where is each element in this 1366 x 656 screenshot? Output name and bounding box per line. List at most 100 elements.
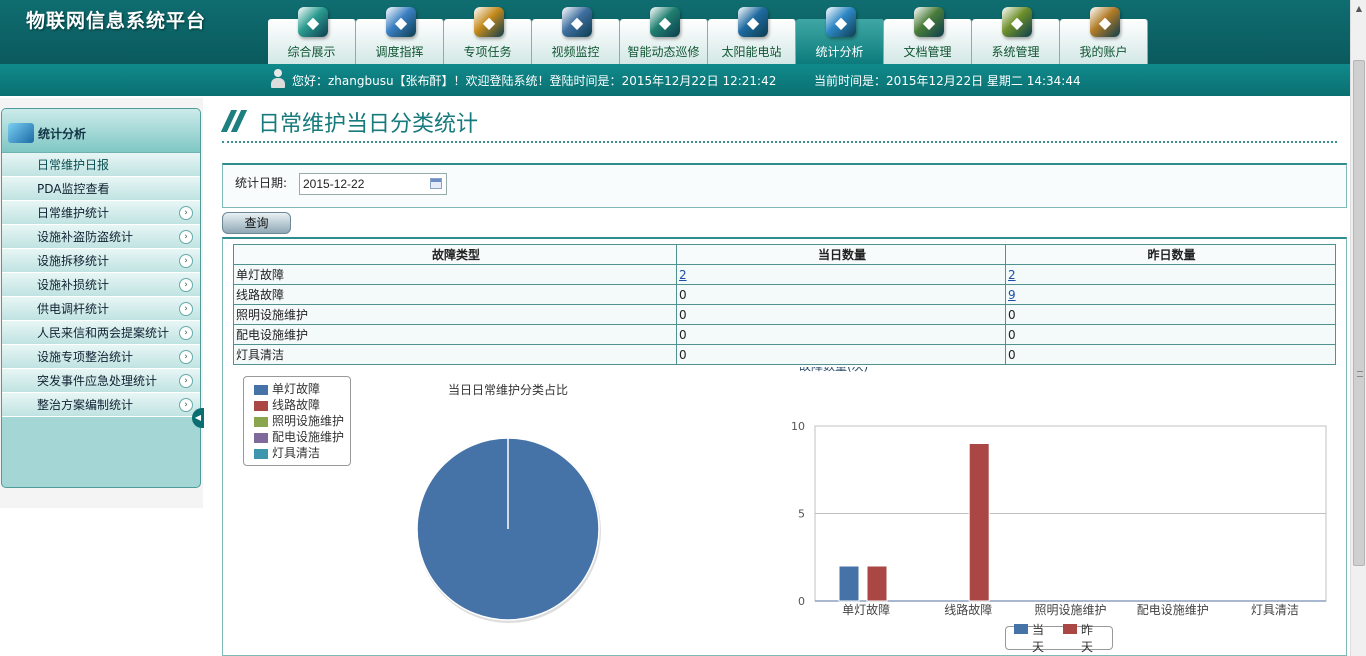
sidebar: 统计分析 日常维护日报 PDA监控查看 日常维护统计 › 设施补盗防盗统计 › 设施拆移统计… (1, 108, 201, 488)
chevron-right-icon[interactable]: › (179, 278, 193, 292)
legend-label: 当天 (1032, 623, 1045, 654)
legend-item[interactable]: 单灯故障 (252, 381, 350, 397)
bar-1[interactable] (866, 565, 888, 602)
legend-item[interactable]: 昨天 (1063, 621, 1104, 655)
chart-icon (8, 123, 34, 143)
sidebar-item[interactable]: 突发事件应急处理统计 › (2, 369, 200, 393)
x-tick-label: 线路故障 (944, 602, 992, 617)
bar-0[interactable] (838, 565, 860, 602)
scroll-thumb[interactable] (1353, 60, 1365, 566)
sidebar-item[interactable]: 供电调杆统计 › (2, 297, 200, 321)
chevron-right-icon[interactable]: › (179, 230, 193, 244)
calendar-icon[interactable] (430, 178, 442, 189)
table-cell-today: 0 (676, 344, 1006, 365)
page-scrollbar[interactable]: ▲ (1350, 0, 1366, 656)
date-label: 统计日期: (235, 176, 288, 190)
table-cell-type: 单灯故障 (233, 264, 677, 285)
app-header: 物联网信息系统平台 ◆ 综合展示 ◆ 调度指挥 ◆ 专项任务 ◆ 视频监控 ◆ 智能动态巡修 ◆ 太阳… (0, 0, 1350, 64)
sidebar-item[interactable]: PDA监控查看 (2, 177, 200, 201)
chevron-right-icon[interactable]: › (179, 398, 193, 412)
legend-swatch (254, 417, 268, 427)
bar-legend: 当天 昨天 (1005, 623, 1113, 654)
bar-1[interactable] (968, 443, 990, 602)
sidebar-header: 统计分析 (2, 109, 200, 153)
table-cell-yesterday: 0 (1005, 344, 1336, 365)
nav-tab-4[interactable]: ◆ 智能动态巡修 (620, 7, 708, 64)
nav-tab-6[interactable]: ◆ 统计分析 (796, 7, 884, 64)
y-axis-label: 故障数量(次) (799, 367, 868, 373)
nav-tab-label: 太阳能电站 (721, 45, 782, 59)
legend-item[interactable]: 配电设施维护 (252, 429, 350, 445)
count-link[interactable]: 2 (1008, 268, 1016, 282)
legend-swatch (254, 433, 268, 443)
x-tick-label: 灯具清洁 (1251, 603, 1299, 617)
legend-item[interactable]: 线路故障 (252, 397, 350, 413)
chevron-right-icon[interactable]: › (179, 206, 193, 220)
chart-area: 单灯故障线路故障照明设施维护配电设施维护灯具清洁 当日日常维护分类占比 故障数量… (233, 367, 1336, 655)
sidebar-item[interactable]: 设施补盗防盗统计 › (2, 225, 200, 249)
current-time: 当前时间是：2015年12月22日 星期二 14:34:44 (814, 74, 1081, 88)
nav-tab-label: 统计分析 (815, 45, 864, 59)
table-row: 线路故障 0 9 (233, 284, 1336, 305)
cell-value: 0 (679, 307, 687, 322)
chevron-right-icon[interactable]: › (179, 326, 193, 340)
sidebar-item[interactable]: 日常维护日报 (2, 153, 200, 177)
nav-tab-0[interactable]: ◆ 综合展示 (268, 7, 356, 64)
query-button[interactable]: 查询 (222, 212, 291, 234)
nav-tab-2[interactable]: ◆ 专项任务 (444, 7, 532, 64)
cube-chart-icon: ◆ (298, 7, 328, 37)
date-input[interactable]: 2015-12-22 (299, 173, 447, 195)
cell-value: 0 (1008, 327, 1016, 342)
table-cell-type: 照明设施维护 (233, 304, 677, 325)
chevron-right-icon[interactable]: › (179, 374, 193, 388)
chevron-right-icon[interactable]: › (179, 302, 193, 316)
nav-tab-7[interactable]: ◆ 文档管理 (884, 7, 972, 64)
count-link[interactable]: 2 (679, 268, 687, 282)
legend-item[interactable]: 照明设施维护 (252, 413, 350, 429)
line-chart-icon: ◆ (826, 7, 856, 37)
table-cell-today: 0 (676, 324, 1006, 345)
pen-wand-icon: ◆ (386, 7, 416, 37)
sidebar-item[interactable]: 整治方案编制统计 › (2, 393, 200, 417)
chevron-right-icon[interactable]: › (179, 350, 193, 364)
app-title: 物联网信息系统平台 (26, 10, 207, 32)
legend-item[interactable]: 灯具清洁 (252, 445, 350, 461)
cell-value: 0 (679, 327, 687, 342)
table-cell-today: 2 (676, 264, 1006, 285)
nav-tab-5[interactable]: ◆ 太阳能电站 (708, 7, 796, 64)
cell-value: 0 (679, 287, 687, 302)
legend-swatch (254, 449, 268, 459)
table-cell-today: 0 (676, 284, 1006, 305)
sidebar-item[interactable]: 人民来信和两会提案统计 › (2, 321, 200, 345)
query-panel: 统计日期: 2015-12-22 (222, 163, 1347, 208)
nav-tab-1[interactable]: ◆ 调度指挥 (356, 7, 444, 64)
table-cell-today: 0 (676, 304, 1006, 325)
table-cell-type: 灯具清洁 (233, 344, 677, 365)
table-row: 照明设施维护 0 0 (233, 304, 1336, 325)
user-greeting: 您好：zhangbusu【张布酐】！欢迎登陆系统！登陆时间是：2015年12月2… (292, 74, 777, 88)
sidebar-item-label: 设施专项整治统计 (37, 350, 134, 364)
sidebar-item[interactable]: 设施专项整治统计 › (2, 345, 200, 369)
legend-item[interactable]: 当天 (1014, 621, 1055, 655)
nav-tab-label: 调度指挥 (375, 45, 424, 59)
sidebar-item-label: 日常维护统计 (37, 206, 110, 220)
count-link[interactable]: 9 (1008, 288, 1016, 302)
user-lock-icon: ◆ (1090, 7, 1120, 37)
sidebar-item-label: 整治方案编制统计 (37, 398, 134, 412)
legend-swatch (1014, 624, 1028, 634)
cell-value: 灯具清洁 (236, 348, 285, 362)
scroll-up-icon[interactable]: ▲ (1351, 0, 1366, 17)
result-panel: 故障类型 当日数量 昨日数量 单灯故障 2 2 线路故障 0 9 照明设施维护 0 0 配电设施维… (222, 237, 1347, 656)
sidebar-item-label: 供电调杆统计 (37, 302, 110, 316)
sidebar-item[interactable]: 日常维护统计 › (2, 201, 200, 225)
nav-tab-9[interactable]: ◆ 我的账户 (1060, 7, 1148, 64)
sidebar-item[interactable]: 设施拆移统计 › (2, 249, 200, 273)
sidebar-item[interactable]: 设施补损统计 › (2, 273, 200, 297)
chevron-right-icon[interactable]: › (179, 254, 193, 268)
title-divider (222, 141, 1337, 143)
atom-icon: ◆ (1002, 7, 1032, 37)
nav-tab-8[interactable]: ◆ 系统管理 (972, 7, 1060, 64)
sidebar-title: 统计分析 (38, 127, 87, 141)
legend-label: 线路故障 (272, 398, 321, 412)
nav-tab-3[interactable]: ◆ 视频监控 (532, 7, 620, 64)
